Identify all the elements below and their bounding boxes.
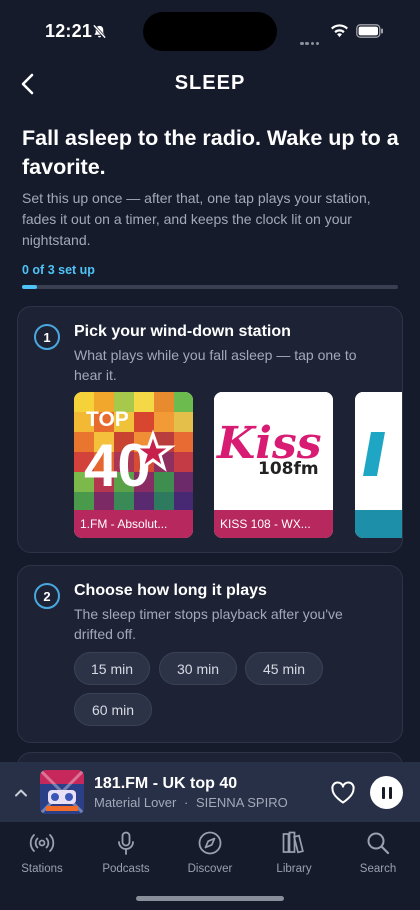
tab-discover[interactable]: Discover bbox=[168, 830, 252, 875]
intro-headline: Fall asleep to the radio. Wake up to a f… bbox=[22, 126, 399, 179]
heart-icon[interactable] bbox=[330, 781, 356, 805]
station-tile-kiss108[interactable]: Kiss 108fm KISS 108 - WX... bbox=[214, 392, 333, 538]
kiss-logo-number: 108fm bbox=[258, 459, 319, 479]
station-name: KISS 108 - WX... bbox=[214, 510, 333, 538]
tab-podcasts[interactable]: Podcasts bbox=[84, 830, 168, 875]
station-name bbox=[355, 510, 402, 538]
microphone-icon bbox=[118, 831, 134, 855]
station-name: 1.FM - Absolut... bbox=[74, 510, 193, 538]
library-icon bbox=[282, 831, 304, 854]
step-description: The sleep timer stops playback after you… bbox=[74, 606, 343, 642]
tab-search[interactable]: Search bbox=[336, 830, 420, 875]
now-playing-song: SIENNA SPIRO bbox=[195, 795, 288, 810]
mini-player[interactable]: 181.FM - UK top 40 Material Lover · SIEN… bbox=[0, 762, 420, 822]
station-tile-partial[interactable] bbox=[355, 392, 402, 538]
dynamic-island bbox=[143, 12, 277, 51]
top40-logo-number: 40 bbox=[84, 432, 151, 499]
cellular-signal-icon bbox=[300, 32, 321, 50]
tab-stations[interactable]: Stations bbox=[0, 830, 84, 875]
station-logo-top40: TOP 40 bbox=[74, 392, 193, 510]
tab-library[interactable]: Library bbox=[252, 830, 336, 875]
tab-label: Podcasts bbox=[102, 863, 150, 875]
bell-slash-icon bbox=[92, 24, 107, 39]
home-indicator bbox=[136, 896, 284, 901]
station-logo-partial bbox=[355, 392, 402, 510]
radio-waves-icon bbox=[29, 834, 55, 852]
status-bar: 12:21 bbox=[0, 0, 420, 62]
step-title: Choose how long it plays bbox=[74, 582, 267, 599]
status-time: 12:21 bbox=[45, 21, 93, 41]
tab-label: Library bbox=[276, 863, 312, 875]
now-playing-title: 181.FM - UK top 40 bbox=[94, 775, 238, 792]
station-logo-kiss108: Kiss 108fm bbox=[214, 392, 333, 510]
now-playing-artwork bbox=[40, 770, 84, 814]
page-title: SLEEP bbox=[174, 72, 246, 94]
setup-progress-bar bbox=[22, 285, 398, 289]
top40-logo-text: TOP bbox=[86, 408, 129, 431]
setup-progress-fill bbox=[22, 285, 38, 289]
step-number-badge: 1 bbox=[34, 324, 60, 350]
compass-icon bbox=[198, 831, 222, 855]
step-number-badge: 2 bbox=[34, 583, 60, 609]
pause-button[interactable] bbox=[370, 776, 403, 809]
tab-label: Search bbox=[359, 863, 397, 875]
wifi-icon bbox=[331, 24, 348, 38]
wind-down-station-card: 1 Pick your wind-down station What plays… bbox=[17, 306, 403, 553]
chevron-up-icon[interactable] bbox=[12, 784, 30, 802]
setup-progress-label: 0 of 3 set up bbox=[22, 263, 95, 277]
battery-icon bbox=[356, 24, 383, 38]
duration-chip-60[interactable]: 60 min bbox=[74, 693, 152, 726]
now-playing-subtitle: Material Lover · SIENNA SPIRO bbox=[94, 795, 288, 810]
tab-label: Discover bbox=[187, 863, 233, 875]
tab-label: Stations bbox=[21, 863, 63, 875]
sleep-timer-card: 2 Choose how long it plays The sleep tim… bbox=[17, 565, 403, 743]
intro-description: Set this up once — after that, one tap p… bbox=[22, 190, 371, 248]
duration-chip-45[interactable]: 45 min bbox=[245, 652, 323, 685]
duration-chip-30[interactable]: 30 min bbox=[159, 652, 237, 685]
step-title: Pick your wind-down station bbox=[74, 323, 291, 340]
now-playing-artist: Material Lover bbox=[94, 795, 177, 810]
separator: · bbox=[184, 795, 189, 810]
station-tile-1fm-top40[interactable]: TOP 40 1.FM - Absolut... bbox=[74, 392, 193, 538]
duration-chip-15[interactable]: 15 min bbox=[74, 652, 150, 685]
search-icon bbox=[367, 832, 390, 855]
step-description: What plays while you fall asleep — tap o… bbox=[74, 347, 357, 383]
